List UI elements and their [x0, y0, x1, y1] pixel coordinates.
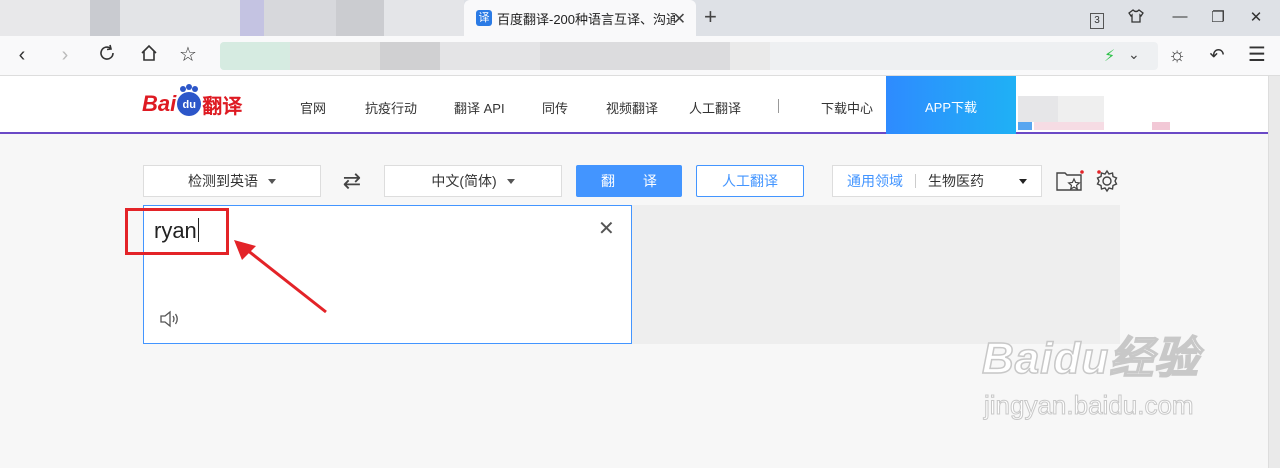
browser-tab-bar: 译 百度翻译-200种语言互译、沟通 ✕ + 3 — ❐ ✕: [0, 0, 1280, 36]
close-icon[interactable]: ✕: [673, 9, 686, 29]
page-scrollbar[interactable]: [1268, 76, 1280, 468]
target-language-label: 中文(简体): [431, 173, 497, 189]
translate-button[interactable]: 翻 译: [576, 165, 682, 197]
blurred-user-area: [1018, 122, 1032, 130]
watermark-main-text: Baidu经验: [981, 333, 1200, 384]
active-tab[interactable]: 译 百度翻译-200种语言互译、沟通 ✕: [464, 0, 696, 36]
blurred-user-area[interactable]: [1018, 96, 1058, 122]
blurred-tab[interactable]: [384, 0, 464, 36]
forward-icon[interactable]: ›: [53, 44, 77, 66]
domain-value: 生物医药: [928, 173, 984, 189]
target-language-select[interactable]: 中文(简体): [384, 165, 562, 197]
annotation-arrow-icon: [234, 240, 327, 314]
domain-select[interactable]: 通用领域 生物医药: [832, 165, 1042, 197]
bookmark-star-icon[interactable]: ☆: [176, 44, 200, 66]
baidu-fanyi-logo[interactable]: Bai du 翻译: [142, 86, 242, 120]
close-window-icon[interactable]: ✕: [1246, 8, 1266, 26]
domain-label: 通用领域: [847, 173, 903, 189]
blurred-user-area: [1034, 122, 1104, 130]
page-content: Bai du 翻译 官网 抗疫行动 翻译 API 同传 视频翻译 人工翻译 下载…: [0, 76, 1268, 468]
source-language-select[interactable]: 检测到英语: [143, 165, 321, 197]
gear-icon[interactable]: [1095, 169, 1119, 198]
swap-languages-icon[interactable]: ⇄: [340, 168, 364, 194]
nav-human-translate[interactable]: 人工翻译: [689, 98, 741, 117]
baidu-jingyan-watermark: Baidu经验 jingyan.baidu.com: [981, 322, 1200, 421]
chevron-down-icon[interactable]: ⌄: [1128, 46, 1140, 63]
speaker-icon[interactable]: [159, 310, 181, 333]
shirt-icon[interactable]: [1126, 8, 1146, 28]
human-translate-button[interactable]: 人工翻译: [696, 165, 804, 197]
nav-translate-api[interactable]: 翻译 API: [454, 98, 505, 117]
blurred-tab[interactable]: [0, 0, 90, 36]
nav-simultaneous[interactable]: 同传: [542, 98, 568, 117]
undo-icon[interactable]: ↶: [1205, 44, 1229, 66]
blurred-user-area: [1152, 122, 1170, 130]
brightness-icon[interactable]: ☼: [1165, 44, 1189, 66]
domain-divider: [915, 174, 916, 188]
blurred-tab[interactable]: [240, 0, 264, 36]
tab-counter-button[interactable]: 3: [1087, 10, 1107, 29]
nav-download-center[interactable]: 下载中心: [821, 98, 873, 117]
source-language-label: 检测到英语: [188, 173, 258, 189]
nav-anti-epidemic[interactable]: 抗疫行动: [365, 98, 417, 117]
menu-icon[interactable]: ☰: [1245, 44, 1269, 66]
new-tab-icon[interactable]: +: [704, 4, 717, 30]
annotation-highlight-box: [125, 208, 229, 255]
site-header: Bai du 翻译 官网 抗疫行动 翻译 API 同传 视频翻译 人工翻译 下载…: [0, 76, 1268, 134]
lightning-icon[interactable]: ⚡: [1104, 46, 1115, 66]
blurred-user-area[interactable]: [1058, 96, 1104, 122]
favorites-folder-icon[interactable]: [1056, 170, 1084, 197]
caret-down-icon: [506, 178, 515, 184]
close-icon[interactable]: ✕: [598, 216, 615, 241]
blurred-tab[interactable]: [336, 0, 384, 36]
reload-icon[interactable]: [95, 44, 119, 67]
back-icon[interactable]: ‹: [10, 44, 34, 66]
nav-video-translate[interactable]: 视频翻译: [606, 98, 658, 117]
app-download-button[interactable]: APP下载: [886, 76, 1016, 134]
browser-nav-bar: ‹ › ☆ ⚡ ⌄ ☼ ↶ ☰: [0, 36, 1280, 76]
blurred-tab[interactable]: [264, 0, 336, 36]
address-bar[interactable]: ⚡ ⌄: [220, 42, 1158, 70]
caret-down-icon: [1019, 179, 1027, 184]
blurred-tab[interactable]: [120, 0, 240, 36]
minimize-icon[interactable]: —: [1170, 8, 1190, 25]
watermark-url-text: jingyan.baidu.com: [983, 390, 1194, 421]
tab-counter: 3: [1090, 13, 1104, 29]
caret-down-icon: [268, 178, 276, 184]
restore-icon[interactable]: ❐: [1208, 8, 1228, 26]
blurred-tab[interactable]: [90, 0, 120, 36]
tab-title: 百度翻译-200种语言互译、沟通: [497, 11, 675, 27]
nav-official-site[interactable]: 官网: [300, 98, 326, 117]
nav-divider: [778, 99, 779, 113]
home-icon[interactable]: [137, 44, 161, 67]
translate-favicon-icon: 译: [476, 10, 492, 26]
